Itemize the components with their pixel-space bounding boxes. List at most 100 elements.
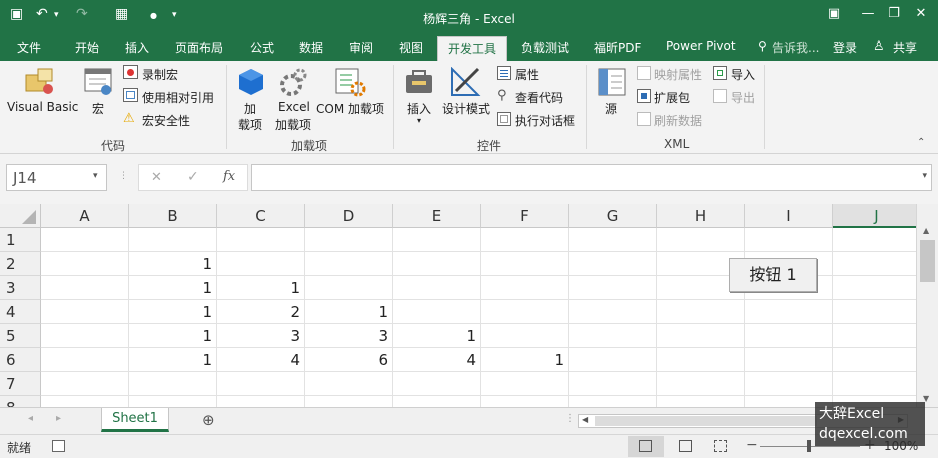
cell-b3[interactable]: 1 — [129, 276, 217, 300]
row-header-3[interactable]: 3 — [0, 276, 41, 300]
design-mode-button[interactable]: 设计模式 — [442, 100, 490, 117]
cell-g4[interactable] — [569, 300, 657, 324]
cell-b5[interactable]: 1 — [129, 324, 217, 348]
cell-e6[interactable]: 4 — [393, 348, 481, 372]
cell-e7[interactable] — [393, 372, 481, 396]
column-header-c[interactable]: C — [217, 204, 305, 228]
cell-i7[interactable] — [745, 372, 833, 396]
cell-a7[interactable] — [41, 372, 129, 396]
cell-c2[interactable] — [217, 252, 305, 276]
row-header-1[interactable]: 1 — [0, 228, 41, 252]
tab-view[interactable]: 视图 — [399, 39, 423, 56]
cell-c8[interactable] — [217, 396, 305, 407]
worksheet-grid[interactable]: ABCDEFGHIJ 12345678 111121133114641 按钮 1 — [0, 204, 916, 407]
excel-addins-button[interactable]: Excel — [278, 100, 310, 114]
tab-split-grip-icon[interactable]: ⋮ — [565, 413, 575, 424]
cell-h1[interactable] — [657, 228, 745, 252]
cell-d8[interactable] — [305, 396, 393, 407]
column-header-b[interactable]: B — [129, 204, 217, 228]
enter-icon[interactable]: ✓ — [187, 169, 199, 185]
ribbon-display-options-icon[interactable]: ▣ — [823, 6, 845, 26]
row-header-4[interactable]: 4 — [0, 300, 41, 324]
column-header-e[interactable]: E — [393, 204, 481, 228]
minimize-icon[interactable]: — — [857, 6, 879, 26]
cell-f7[interactable] — [481, 372, 569, 396]
cell-d3[interactable] — [305, 276, 393, 300]
collapse-ribbon-icon[interactable]: ⌃ — [917, 137, 925, 148]
addins-button-line2[interactable]: 载项 — [238, 116, 262, 133]
cell-g6[interactable] — [569, 348, 657, 372]
cell-c6[interactable]: 4 — [217, 348, 305, 372]
macro-recording-icon[interactable] — [52, 440, 65, 452]
visual-basic-button[interactable]: Visual Basic — [7, 100, 78, 114]
tab-power-pivot[interactable]: Power Pivot — [666, 39, 736, 53]
cell-g1[interactable] — [569, 228, 657, 252]
cell-j5[interactable] — [833, 324, 916, 348]
run-dialog-button[interactable]: 执行对话框 — [515, 112, 575, 129]
cell-a2[interactable] — [41, 252, 129, 276]
zoom-out-icon[interactable]: − — [746, 437, 758, 453]
tab-foxit-pdf[interactable]: 福昕PDF — [594, 39, 641, 56]
com-addins-button[interactable]: COM 加载项 — [316, 100, 384, 117]
cell-a3[interactable] — [41, 276, 129, 300]
page-layout-view-icon[interactable] — [679, 440, 692, 452]
cell-h8[interactable] — [657, 396, 745, 407]
cell-e1[interactable] — [393, 228, 481, 252]
cell-a6[interactable] — [41, 348, 129, 372]
cell-i1[interactable] — [745, 228, 833, 252]
cell-c7[interactable] — [217, 372, 305, 396]
macro-security-button[interactable]: 宏安全性 — [142, 112, 190, 129]
tab-load-test[interactable]: 负载测试 — [521, 39, 569, 56]
vertical-scrollbar[interactable]: ▲ ▼ — [916, 204, 938, 407]
page-break-view-icon[interactable] — [714, 440, 727, 452]
formula-input[interactable]: ▾ — [251, 164, 932, 191]
horizontal-scroll-thumb[interactable] — [595, 416, 817, 426]
column-header-g[interactable]: G — [569, 204, 657, 228]
cell-d4[interactable]: 1 — [305, 300, 393, 324]
row-header-8[interactable]: 8 — [0, 396, 41, 407]
cell-g8[interactable] — [569, 396, 657, 407]
name-box[interactable]: J14 ▾ — [6, 164, 107, 191]
expand-formula-bar-icon[interactable]: ▾ — [922, 171, 927, 181]
column-header-d[interactable]: D — [305, 204, 393, 228]
cell-c4[interactable]: 2 — [217, 300, 305, 324]
tab-data[interactable]: 数据 — [299, 39, 323, 56]
cell-e5[interactable]: 1 — [393, 324, 481, 348]
tab-developer[interactable]: 开发工具 — [437, 36, 508, 61]
column-header-h[interactable]: H — [657, 204, 745, 228]
zoom-slider-thumb[interactable] — [807, 440, 811, 452]
cell-b6[interactable]: 1 — [129, 348, 217, 372]
row-header-7[interactable]: 7 — [0, 372, 41, 396]
normal-view-button[interactable] — [628, 436, 664, 457]
share-button[interactable]: 共享 — [893, 39, 917, 56]
scroll-up-icon[interactable]: ▲ — [923, 226, 929, 235]
addins-button[interactable]: 加 — [244, 100, 256, 117]
cell-f6[interactable]: 1 — [481, 348, 569, 372]
cell-g5[interactable] — [569, 324, 657, 348]
cell-d7[interactable] — [305, 372, 393, 396]
cell-c5[interactable]: 3 — [217, 324, 305, 348]
cell-g7[interactable] — [569, 372, 657, 396]
cell-h6[interactable] — [657, 348, 745, 372]
cell-b7[interactable] — [129, 372, 217, 396]
view-code-button[interactable]: 查看代码 — [515, 89, 563, 106]
cell-i4[interactable] — [745, 300, 833, 324]
form-button[interactable]: 按钮 1 — [729, 258, 817, 292]
cell-h4[interactable] — [657, 300, 745, 324]
cell-a4[interactable] — [41, 300, 129, 324]
row-header-5[interactable]: 5 — [0, 324, 41, 348]
cell-j3[interactable] — [833, 276, 916, 300]
cell-e2[interactable] — [393, 252, 481, 276]
cell-h7[interactable] — [657, 372, 745, 396]
sign-in-link[interactable]: 登录 — [833, 39, 857, 56]
cell-d6[interactable]: 6 — [305, 348, 393, 372]
tab-review[interactable]: 审阅 — [349, 39, 373, 56]
cell-e3[interactable] — [393, 276, 481, 300]
row-header-6[interactable]: 6 — [0, 348, 41, 372]
cell-f5[interactable] — [481, 324, 569, 348]
excel-addins-button-line2[interactable]: 加载项 — [275, 116, 311, 133]
add-sheet-icon[interactable]: ⊕ — [202, 411, 215, 429]
expansion-packs-button[interactable]: 扩展包 — [654, 89, 690, 106]
zoom-slider[interactable] — [760, 440, 860, 452]
cell-i5[interactable] — [745, 324, 833, 348]
